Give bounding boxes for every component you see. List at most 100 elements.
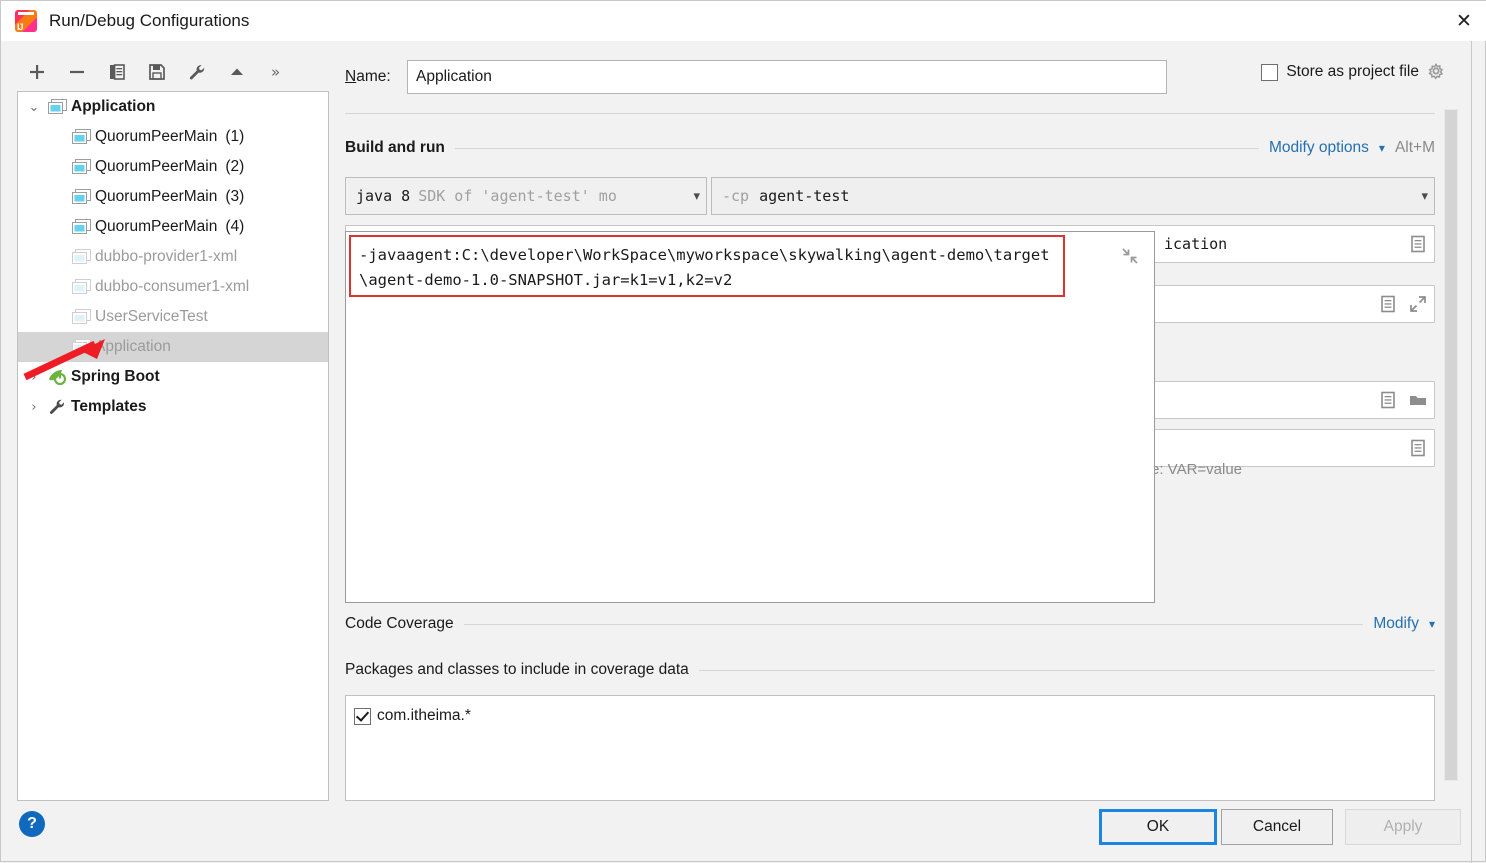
configurations-toolbar: »	[17, 53, 329, 91]
save-icon	[149, 64, 165, 80]
tree-row-application[interactable]: Application	[18, 332, 328, 362]
application-config-icon	[70, 158, 92, 176]
editor-scrollbar-thumb[interactable]	[1444, 109, 1458, 781]
panel-edge-divider	[1471, 41, 1472, 863]
help-button[interactable]: ?	[19, 811, 45, 837]
application-config-icon	[71, 339, 91, 354]
name-input[interactable]	[407, 60, 1167, 94]
store-as-project-file-row[interactable]: Store as project file	[1261, 63, 1445, 81]
tree-row-templates[interactable]: › Templates	[18, 392, 328, 422]
tree-row-application[interactable]: ⌄ Application	[18, 92, 328, 122]
tree-node-label: QuorumPeerMain	[95, 158, 218, 175]
tree-row-dubbo-consumer1-xml[interactable]: dubbo-consumer1-xml	[18, 272, 328, 302]
jdk-description: SDK of 'agent-test' mo	[418, 187, 617, 205]
apply-button[interactable]: Apply	[1345, 809, 1461, 845]
gear-icon[interactable]	[1427, 63, 1445, 81]
chevron-down-icon[interactable]: ▾	[1415, 189, 1428, 204]
name-label: Name:	[345, 68, 391, 85]
spring-boot-icon	[49, 370, 67, 386]
add-configuration-button[interactable]	[17, 55, 57, 89]
ok-button[interactable]: OK	[1099, 809, 1217, 845]
vm-options-input[interactable]: -javaagent:C:\developer\WorkSpace\mywork…	[349, 235, 1065, 297]
chevron-down-icon[interactable]: ▾	[1429, 617, 1435, 631]
coverage-item-label: com.itheima.*	[377, 707, 471, 724]
run-debug-configurations-dialog: Run/Debug Configurations ✕	[0, 0, 1486, 863]
wrench-icon	[49, 399, 65, 414]
application-config-icon	[70, 128, 92, 146]
coverage-packages-header: Packages and classes to include in cover…	[345, 661, 1435, 679]
jdk-selector-combo[interactable]: java 8 SDK of 'agent-test' mo ▾	[345, 177, 707, 215]
tree-row-quorumpeermain[interactable]: QuorumPeerMain (4)	[18, 212, 328, 242]
chevron-down-icon[interactable]: ⌄	[22, 92, 46, 122]
document-icon[interactable]	[1378, 294, 1398, 314]
cancel-button[interactable]: Cancel	[1221, 809, 1333, 845]
tree-node-label: Application	[95, 338, 171, 355]
section-rule	[698, 669, 1435, 671]
wrench-icon	[46, 398, 68, 416]
application-config-icon	[70, 218, 92, 236]
save-configuration-button[interactable]	[137, 55, 177, 89]
application-config-icon	[71, 249, 91, 264]
configurations-tree[interactable]: ⌄ Application QuorumPeerMain (1) QuorumPeerM…	[17, 91, 329, 801]
tree-row-quorumpeermain[interactable]: QuorumPeerMain (3)	[18, 182, 328, 212]
store-as-project-file-checkbox[interactable]	[1261, 63, 1279, 81]
chevron-right-icon[interactable]: ›	[22, 392, 46, 422]
tree-node-suffix: (4)	[225, 218, 245, 235]
coverage-packages-title: Packages and classes to include in cover…	[345, 661, 689, 678]
copy-configuration-button[interactable]	[97, 55, 137, 89]
wrench-icon	[189, 65, 205, 80]
tree-node-label: QuorumPeerMain	[95, 128, 218, 145]
toolbar-overflow-button[interactable]: »	[271, 63, 280, 81]
vm-options-expanded-popup: -javaagent:C:\developer\WorkSpace\mywork…	[345, 231, 1155, 603]
copy-icon	[110, 64, 125, 80]
tree-node-label: dubbo-consumer1-xml	[95, 278, 250, 295]
arrow-up-icon	[231, 68, 243, 75]
document-icon[interactable]	[1408, 438, 1428, 458]
tree-row-userservicetest[interactable]: UserServiceTest	[18, 302, 328, 332]
classpath-module-value: agent-test	[759, 187, 850, 205]
edit-templates-button[interactable]	[177, 55, 217, 89]
application-config-icon	[71, 309, 91, 324]
list-item[interactable]: com.itheima.*	[354, 704, 1434, 728]
tree-row-quorumpeermain[interactable]: QuorumPeerMain (2)	[18, 152, 328, 182]
application-config-icon	[70, 248, 92, 266]
application-config-icon	[70, 308, 92, 326]
tree-node-label: UserServiceTest	[95, 308, 208, 325]
application-config-icon	[70, 278, 92, 296]
tree-node-suffix: (2)	[225, 158, 245, 175]
tree-row-quorumpeermain[interactable]: QuorumPeerMain (1)	[18, 122, 328, 152]
classpath-prefix: -cp	[722, 187, 750, 205]
tree-node-label: QuorumPeerMain	[95, 188, 218, 205]
document-icon[interactable]	[1408, 234, 1428, 254]
coverage-item-checkbox[interactable]	[354, 707, 371, 725]
remove-configuration-button[interactable]	[57, 55, 97, 89]
collapse-icon[interactable]	[1120, 246, 1140, 266]
code-coverage-header: Code Coverage Modify ▾	[345, 615, 1435, 633]
plus-icon	[30, 65, 44, 79]
title-bar: Run/Debug Configurations ✕	[1, 1, 1486, 41]
folder-icon[interactable]	[1408, 390, 1428, 410]
editor-scrollbar[interactable]	[1444, 109, 1458, 781]
jdk-value: java 8	[356, 187, 411, 205]
application-config-icon	[71, 219, 91, 234]
expand-icon[interactable]	[1408, 294, 1428, 314]
build-and-run-header: Build and run Modify options ▾ Alt+M	[345, 139, 1435, 157]
chevron-down-icon[interactable]: ▾	[687, 189, 700, 204]
chevron-down-icon[interactable]: ▾	[1379, 141, 1385, 155]
move-up-button[interactable]	[217, 55, 257, 89]
coverage-packages-list[interactable]: com.itheima.*	[345, 695, 1435, 801]
close-icon[interactable]: ✕	[1441, 1, 1486, 41]
tree-row-spring-boot[interactable]: › Spring Boot	[18, 362, 328, 392]
build-and-run-title: Build and run	[345, 139, 445, 156]
modify-options-link[interactable]: Modify options	[1269, 139, 1369, 157]
tree-row-dubbo-provider1-xml[interactable]: dubbo-provider1-xml	[18, 242, 328, 272]
name-section-divider	[345, 113, 1435, 114]
coverage-modify-link[interactable]: Modify	[1373, 615, 1419, 633]
main-class-value: ication	[1164, 235, 1228, 253]
tree-node-label: QuorumPeerMain	[95, 218, 218, 235]
intellij-idea-icon	[15, 10, 37, 32]
document-icon[interactable]	[1378, 390, 1398, 410]
tree-node-suffix: (3)	[225, 188, 245, 205]
chevron-right-icon[interactable]: ›	[22, 362, 46, 392]
classpath-module-combo[interactable]: -cp agent-test ▾	[711, 177, 1435, 215]
